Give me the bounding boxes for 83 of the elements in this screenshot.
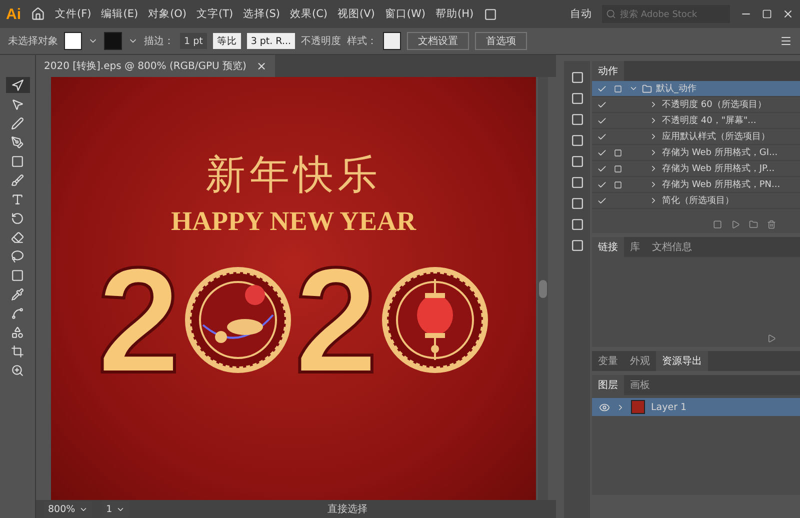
document-tab[interactable]: 2020 [转换].eps @ 800% (RGB/GPU 预览) ×: [36, 55, 275, 77]
menu-icon[interactable]: [780, 35, 792, 47]
fill-swatch[interactable]: [64, 32, 82, 50]
stroke-label: 描边：: [144, 34, 174, 48]
check-icon[interactable]: [597, 148, 607, 158]
chevron-icon[interactable]: [649, 180, 658, 189]
action-row[interactable]: 存储为 Web 所用格式，PN...: [592, 177, 800, 193]
workspace-switcher[interactable]: 自动: [570, 7, 592, 21]
menu-item[interactable]: 选择(S): [243, 7, 280, 21]
brush-field[interactable]: 3 pt. R...: [246, 33, 296, 49]
dialog-toggle-icon[interactable]: [614, 84, 622, 92]
panel-tab[interactable]: 变量: [592, 351, 624, 371]
opacity-label[interactable]: 不透明度: [301, 34, 342, 48]
check-icon[interactable]: [597, 196, 607, 206]
dialog-toggle-icon[interactable]: [614, 180, 622, 188]
home-icon[interactable]: [31, 7, 45, 21]
menu-item[interactable]: 视图(V): [338, 7, 375, 21]
chevron-icon[interactable]: [616, 402, 625, 412]
menu-item[interactable]: 窗口(W): [384, 7, 426, 21]
app-logo: Ai: [6, 6, 21, 22]
menu-item[interactable]: 文件(F): [55, 7, 92, 21]
close-icon[interactable]: [782, 8, 794, 20]
menu-item[interactable]: 文字(T): [196, 7, 234, 21]
dialog-toggle-icon[interactable]: [614, 148, 622, 156]
style-swatch[interactable]: [383, 32, 402, 50]
panel-tab[interactable]: 画板: [624, 375, 656, 395]
layer-row[interactable]: Layer 1: [592, 398, 800, 416]
selection-tool-icon[interactable]: [6, 77, 30, 93]
check-icon[interactable]: [597, 116, 607, 126]
artwork-subtitle: HAPPY NEW YEAR: [170, 206, 416, 237]
menu-item[interactable]: 帮助(H): [436, 7, 474, 21]
panel-tab[interactable]: 文档信息: [646, 237, 698, 257]
toolbar-button[interactable]: 首选项: [475, 32, 528, 50]
panel-tab[interactable]: 资源导出: [656, 351, 708, 371]
stroke-swatch[interactable]: [104, 32, 122, 50]
stop-icon[interactable]: [713, 220, 722, 228]
chevron-icon[interactable]: [649, 116, 658, 125]
action-row[interactable]: 不透明度 40，"屏幕"...: [592, 113, 800, 129]
check-icon[interactable]: [597, 180, 607, 190]
current-tool-status: 直接选择: [328, 502, 368, 516]
maximize-icon[interactable]: [762, 9, 772, 19]
check-icon[interactable]: [597, 132, 607, 142]
stroke-weight-field[interactable]: 1 pt: [180, 33, 207, 49]
check-icon[interactable]: [597, 100, 607, 110]
stroke-profile-field[interactable]: 等比: [212, 33, 241, 49]
artwork-title: 新年快乐: [206, 151, 382, 200]
play-icon[interactable]: [767, 334, 776, 342]
eye-icon[interactable]: [598, 402, 610, 412]
selection-status: 未选择对象: [8, 34, 58, 48]
chevron-icon[interactable]: [649, 132, 658, 141]
play-icon[interactable]: [731, 220, 740, 228]
panel-tab[interactable]: 外观: [624, 351, 656, 371]
artwork-digit: 2: [97, 245, 180, 395]
panel-tab[interactable]: 图层: [592, 375, 624, 395]
action-row[interactable]: 存储为 Web 所用格式，GI...: [592, 145, 800, 161]
chevron-icon[interactable]: [629, 84, 638, 93]
check-icon[interactable]: [597, 84, 607, 94]
dialog-toggle-icon[interactable]: [614, 164, 622, 172]
menu-item[interactable]: 效果(C): [290, 7, 328, 21]
menu-item[interactable]: 对象(O): [148, 7, 187, 21]
toolbar-button[interactable]: 文档设置: [407, 32, 470, 50]
action-row[interactable]: 应用默认样式（所选项目）: [592, 129, 800, 145]
action-row[interactable]: 默认_动作: [592, 81, 800, 97]
check-icon[interactable]: [597, 164, 607, 174]
artwork-digit: 2: [294, 245, 378, 395]
search-icon: [606, 9, 616, 19]
action-row[interactable]: 简化（所选项目）: [592, 193, 800, 209]
layer-thumbnail: [631, 400, 645, 414]
action-row[interactable]: 存储为 Web 所用格式，JP...: [592, 161, 800, 177]
panel-tab[interactable]: 动作: [592, 61, 624, 81]
chevron-icon[interactable]: [649, 196, 658, 205]
panel-tab[interactable]: 链接: [592, 237, 624, 257]
panel-tab[interactable]: 库: [624, 237, 646, 257]
trash-icon[interactable]: [767, 220, 776, 228]
folder-icon[interactable]: [749, 220, 758, 228]
action-row[interactable]: 不透明度 60（所选项目）: [592, 97, 800, 113]
scrollbar-thumb[interactable]: [539, 280, 547, 298]
menu-item[interactable]: 编辑(E): [101, 7, 138, 21]
chevron-icon[interactable]: [649, 148, 658, 157]
chevron-icon[interactable]: [649, 100, 658, 109]
folder-icon: [642, 84, 652, 94]
style-label: 样式：: [347, 34, 378, 48]
chevron-icon[interactable]: [649, 164, 658, 173]
